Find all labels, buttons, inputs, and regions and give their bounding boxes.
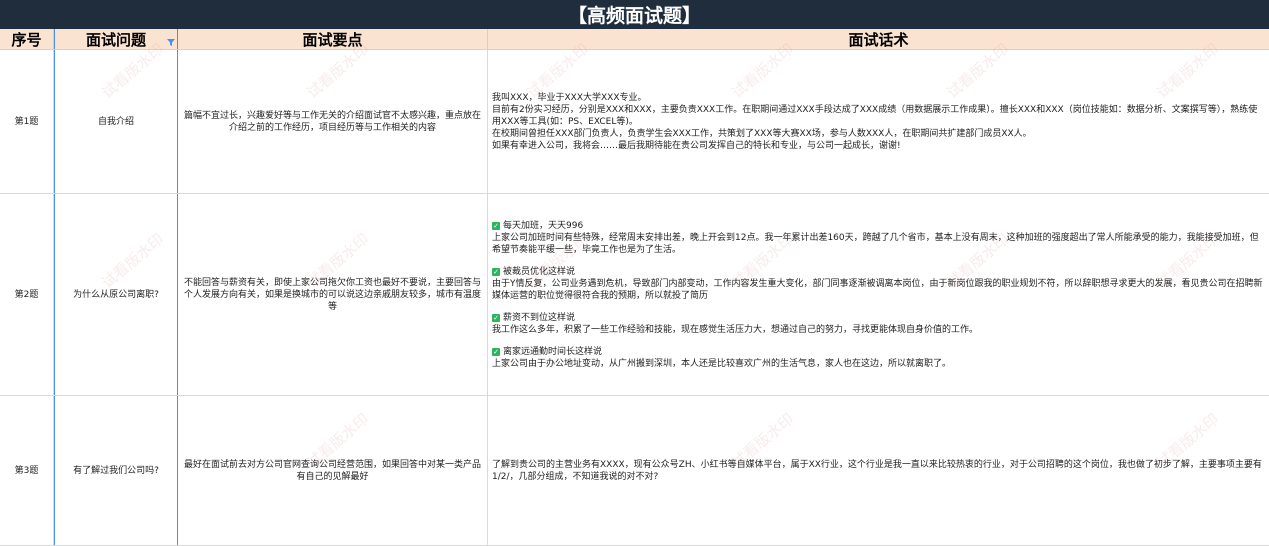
question-cell[interactable]: 自我介绍	[54, 50, 178, 193]
header-no[interactable]: 序号	[0, 29, 54, 49]
points-cell[interactable]: 不能回答与薪资有关，即使上家公司拖欠你工资也最好不要说，主要回答与个人发展方向有…	[178, 194, 488, 395]
item-body: 我工作这么多年，积累了一些工作经验和技能，现在感觉生活压力大，想通过自己的努力，…	[492, 324, 979, 335]
item-body: 由于Y情反复，公司业务遇到危机，导致部门内部变动，工作内容发生重大变化，部门同事…	[492, 278, 1263, 301]
points-cell[interactable]: 最好在面试前去对方公司官网查询公司经营范围，如果回答中对某一类产品有自己的见解最…	[178, 396, 488, 545]
item-heading: ✓ 薪资不到位这样说	[492, 312, 1265, 324]
header-script[interactable]: 面试话术	[488, 29, 1269, 49]
item-heading: ✓ 离家远通勤时间长这样说	[492, 346, 1265, 358]
row-number[interactable]: 第3题	[0, 396, 54, 545]
table-row: 第2题 为什么从原公司离职? 不能回答与薪资有关，即使上家公司拖欠你工资也最好不…	[0, 194, 1269, 396]
row-number[interactable]: 第2题	[0, 194, 54, 395]
filter-icon[interactable]	[167, 39, 175, 46]
checkbox-icon: ✓	[492, 347, 500, 356]
checkbox-icon: ✓	[492, 221, 500, 230]
item-heading: ✓ 被裁员优化这样说	[492, 266, 1265, 278]
script-line: 我叫XXX，毕业于XXX大学XXX专业。	[492, 92, 647, 103]
item-heading-text: 离家远通勤时间长这样说	[503, 346, 603, 357]
question-cell[interactable]: 有了解过我们公司吗?	[54, 396, 178, 545]
script-line: 如果有幸进入公司，我将会……最后我期待能在贵公司发挥自己的特长和专业，与公司一起…	[492, 140, 901, 151]
item-heading-text: 被裁员优化这样说	[503, 266, 576, 277]
header-row: 序号 面试问题 面试要点 面试话术	[0, 29, 1269, 50]
item-heading-text: 每天加班，天天996	[503, 220, 584, 231]
row-number[interactable]: 第1题	[0, 50, 54, 193]
question-cell[interactable]: 为什么从原公司离职?	[54, 194, 178, 395]
script-cell[interactable]: 了解到贵公司的主营业务有XXXX，现有公众号ZH、小红书等自媒体平台，属于XX行…	[488, 396, 1269, 545]
checkbox-icon: ✓	[492, 313, 500, 322]
item-body: 上家公司加班时间有些特殊，经常周末安排出差，晚上开会到12点。我一年累计出差16…	[492, 232, 1259, 255]
header-points[interactable]: 面试要点	[178, 29, 488, 49]
header-question[interactable]: 面试问题	[54, 29, 178, 49]
item-heading: ✓ 每天加班，天天996	[492, 220, 1265, 232]
points-cell[interactable]: 篇幅不宜过长，兴趣爱好等与工作无关的介绍面试官不太感兴趣，重点放在介绍之前的工作…	[178, 50, 488, 193]
header-question-label: 面试问题	[85, 30, 146, 49]
sheet-title: 【高频面试题】	[0, 0, 1269, 30]
script-line: 目前有2份实习经历，分别是XXX和XXX，主要负责XXX工作。在职期间通过XXX…	[492, 104, 1258, 127]
item-heading-text: 薪资不到位这样说	[503, 312, 576, 323]
script-line: 了解到贵公司的主营业务有XXXX，现有公众号ZH、小红书等自媒体平台，属于XX行…	[492, 459, 1262, 482]
table-row: 第1题 自我介绍 篇幅不宜过长，兴趣爱好等与工作无关的介绍面试官不太感兴趣，重点…	[0, 50, 1269, 194]
checkbox-icon: ✓	[492, 267, 500, 276]
item-body: 上家公司由于办公地址变动，从广州搬到深圳，本人还是比较喜欢广州的生活气息，家人也…	[492, 358, 952, 369]
script-cell[interactable]: ✓ 每天加班，天天996 上家公司加班时间有些特殊，经常周末安排出差，晚上开会到1…	[488, 194, 1269, 395]
script-line: 在校期间曾担任XXX部门负责人，负责学生会XXX工作，共策划了XXX等大赛XX场…	[492, 128, 1032, 139]
table-row: 第3题 有了解过我们公司吗? 最好在面试前去对方公司官网查询公司经营范围，如果回…	[0, 396, 1269, 546]
script-cell[interactable]: 我叫XXX，毕业于XXX大学XXX专业。 目前有2份实习经历，分别是XXX和XX…	[488, 50, 1269, 193]
